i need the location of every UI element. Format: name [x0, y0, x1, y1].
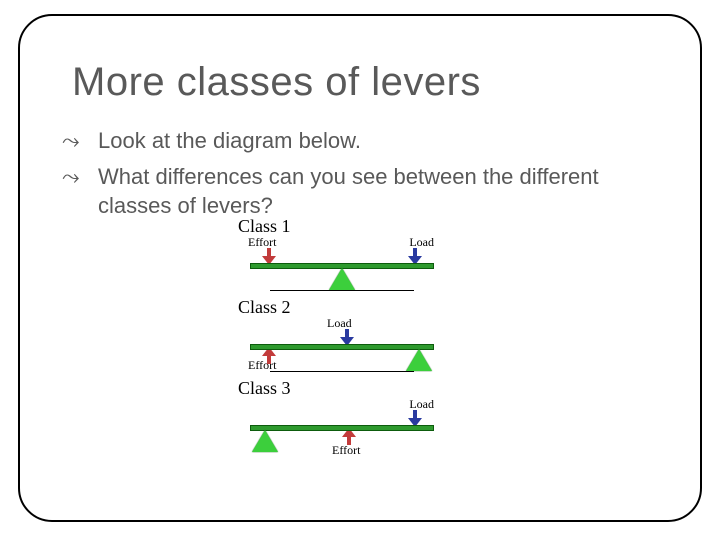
bullet-item: ⤳What differences can you see between th… — [80, 162, 640, 221]
class3-row: Load Effort — [232, 399, 452, 457]
fulcrum-icon — [252, 430, 278, 452]
load-arrow-icon — [342, 329, 352, 343]
effort-arrow-icon — [344, 430, 354, 444]
slide: More classes of levers ⤳Look at the diag… — [0, 0, 720, 540]
load-arrow-icon — [410, 410, 420, 424]
effort-arrow-icon — [264, 349, 274, 363]
class2-row: Load Effort — [232, 318, 452, 372]
class3-effort-label: Effort — [332, 443, 360, 458]
class3-title: Class 3 — [238, 378, 452, 399]
fulcrum-icon — [329, 268, 355, 290]
bullet-icon: ⤳ — [80, 162, 98, 192]
class1-row: Effort Load — [232, 237, 452, 291]
ground-line — [270, 290, 414, 291]
bullet-item: ⤳Look at the diagram below. — [80, 126, 640, 156]
class2-title: Class 2 — [238, 297, 452, 318]
bullet-text: Look at the diagram below. — [98, 128, 361, 153]
ground-line — [270, 371, 414, 372]
slide-title: More classes of levers — [72, 60, 481, 105]
bullet-text: What differences can you see between the… — [98, 164, 599, 219]
bullet-icon: ⤳ — [80, 126, 98, 156]
lever-diagram: Class 1 Effort Load Class 2 Load Effort … — [232, 214, 452, 479]
bullet-list: ⤳Look at the diagram below. ⤳What differ… — [80, 126, 640, 227]
class1-title: Class 1 — [238, 216, 452, 237]
effort-arrow-icon — [264, 248, 274, 262]
load-arrow-icon — [410, 248, 420, 262]
fulcrum-icon — [406, 349, 432, 371]
